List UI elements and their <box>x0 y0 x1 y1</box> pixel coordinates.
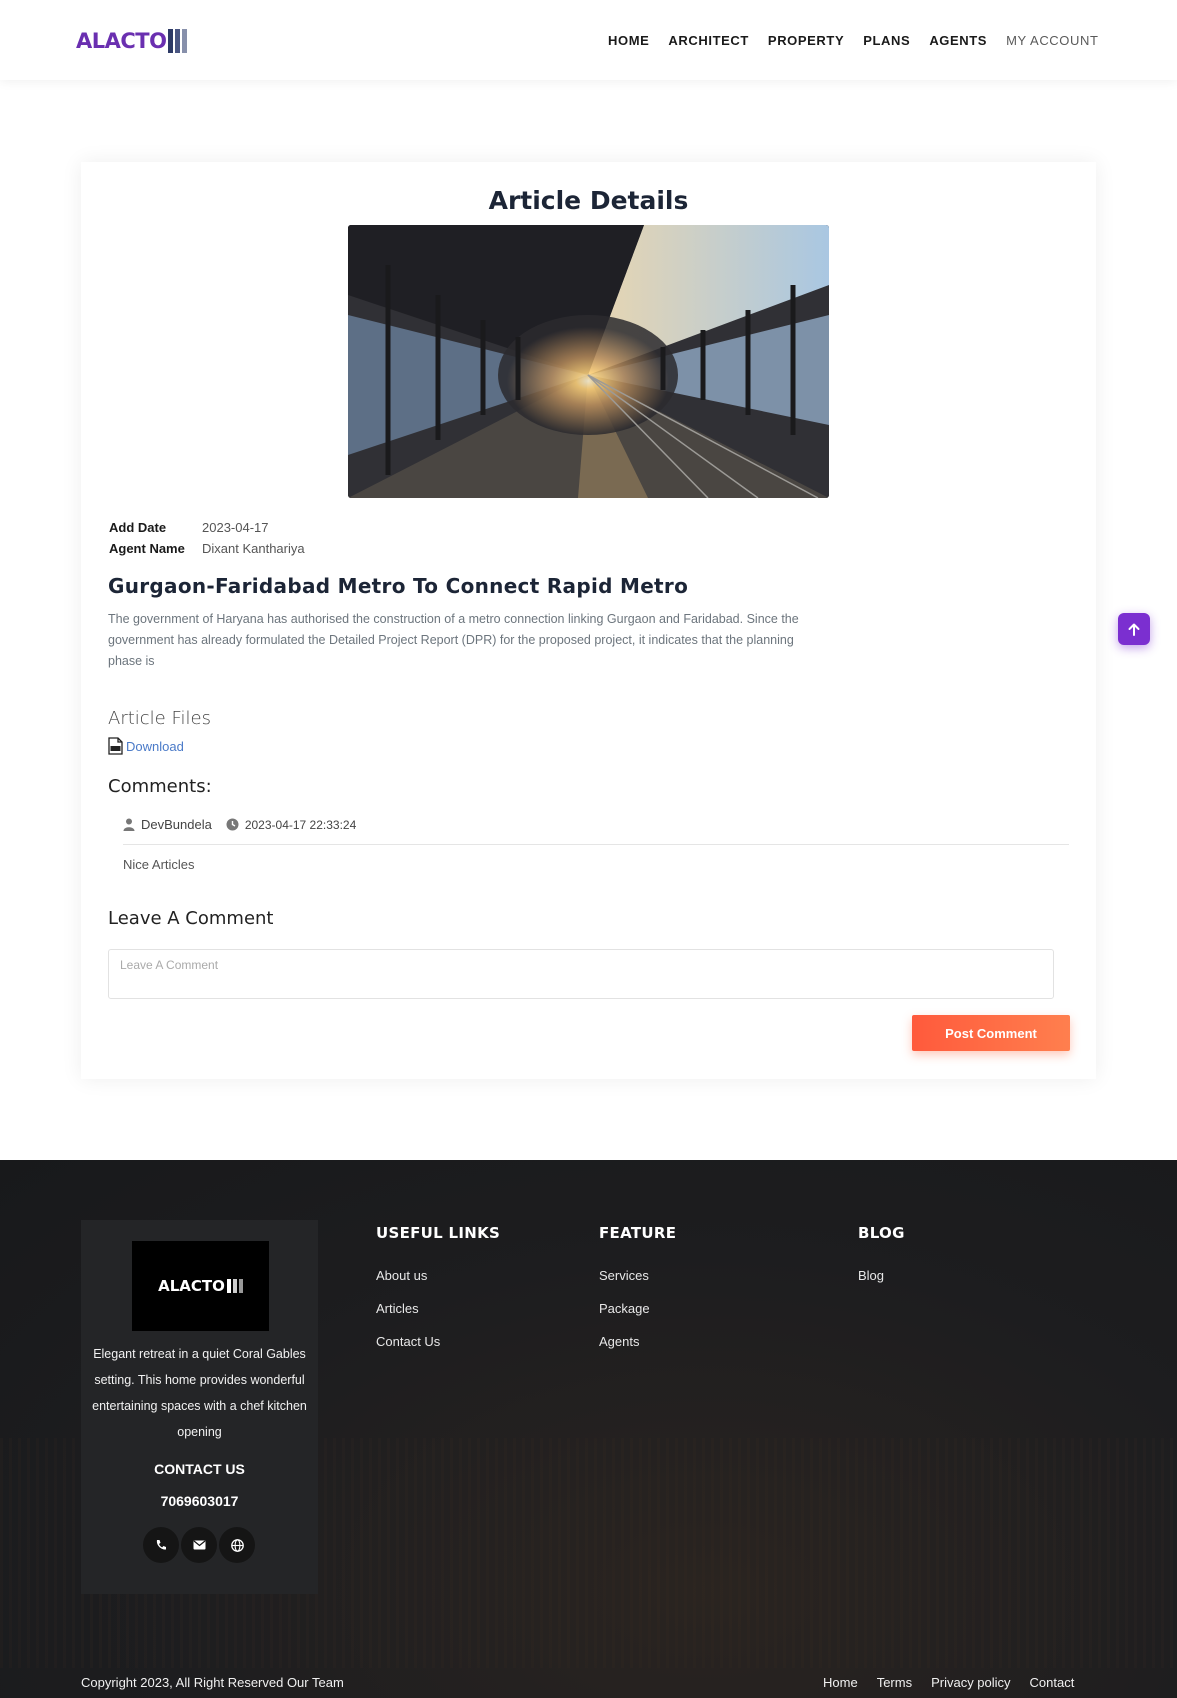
footer-link-services[interactable]: Services <box>599 1268 676 1283</box>
add-date-label: Add Date <box>109 520 167 535</box>
comment-text: Nice Articles <box>123 857 195 872</box>
phone-icon <box>156 1540 166 1550</box>
nav-property[interactable]: PROPERTY <box>768 33 844 48</box>
agent-name-label: Agent Name <box>109 541 185 556</box>
article-image <box>348 225 829 498</box>
comment-datetime: 2023-04-17 22:33:24 <box>244 817 357 832</box>
footer-about-text: Elegant retreat in a quiet Coral Gables … <box>92 1347 307 1439</box>
add-date-row: Add Date 2023-04-17 <box>109 520 269 535</box>
site-footer: ALACTO Elegant retreat in a quiet Coral … <box>0 1160 1177 1698</box>
metro-platform-image <box>348 225 829 498</box>
comments-heading: Comments: <box>108 776 212 797</box>
article-files-heading: Article Files <box>108 708 211 729</box>
copyright-text: Copyright 2023, All Right Reserved Our T… <box>81 1675 344 1690</box>
site-logo[interactable]: ALACTO <box>76 29 189 53</box>
comment-user: DevBundela <box>141 817 212 832</box>
bottom-link-contact[interactable]: Contact <box>1030 1675 1075 1690</box>
comment-divider <box>123 844 1069 845</box>
leave-comment-heading: Leave A Comment <box>108 908 274 929</box>
nav-architect[interactable]: ARCHITECT <box>668 33 749 48</box>
logo-bars-icon <box>226 1279 243 1293</box>
download-link[interactable]: Download <box>108 737 184 755</box>
feature-column: FEATURE Services Package Agents <box>599 1224 676 1367</box>
nav-agents[interactable]: AGENTS <box>929 33 987 48</box>
nav-plans[interactable]: PLANS <box>863 33 910 48</box>
website-icon-button[interactable] <box>219 1527 255 1563</box>
contact-phone: 7069603017 <box>160 1493 239 1509</box>
blog-column: BLOG Blog <box>858 1224 905 1301</box>
user-icon <box>123 818 135 831</box>
footer-bottom-links: Home Terms Privacy policy Contact <box>823 1675 1074 1690</box>
scroll-to-top-button[interactable] <box>1118 613 1150 645</box>
article-body: The government of Haryana has authorised… <box>108 612 799 668</box>
post-comment-button[interactable]: Post Comment <box>912 1015 1070 1051</box>
bottom-link-privacy[interactable]: Privacy policy <box>931 1675 1010 1690</box>
phone-icon-button[interactable] <box>143 1527 179 1563</box>
comment-meta: DevBundela 2023-04-17 22:33:24 <box>123 817 356 832</box>
useful-links-heading: USEFUL LINKS <box>376 1224 501 1242</box>
email-icon-button[interactable] <box>181 1527 217 1563</box>
logo-text: ALACTO <box>76 29 167 53</box>
logo-bars-icon <box>168 29 189 53</box>
agent-name-value: Dixant Kanthariya <box>202 541 305 556</box>
add-date-value: 2023-04-17 <box>202 520 269 535</box>
page-title: Article Details <box>488 186 689 215</box>
comment-input[interactable] <box>108 949 1054 999</box>
article-card: Article Details Add Date 2023-04-17 Agen… <box>81 162 1096 1079</box>
download-label[interactable]: Download <box>126 739 184 754</box>
useful-links-column: USEFUL LINKS About us Articles Contact U… <box>376 1224 500 1367</box>
article-title: Gurgaon-Faridabad Metro To Connect Rapid… <box>108 574 689 598</box>
arrow-up-icon <box>1128 623 1140 636</box>
blog-heading: BLOG <box>858 1224 905 1242</box>
agent-name-row: Agent Name Dixant Kanthariya <box>109 541 305 556</box>
footer-link-package[interactable]: Package <box>599 1301 676 1316</box>
footer-link-blog[interactable]: Blog <box>858 1268 905 1283</box>
footer-link-articles[interactable]: Articles <box>376 1301 500 1316</box>
footer-link-about[interactable]: About us <box>376 1268 500 1283</box>
footer-link-contact[interactable]: Contact Us <box>376 1334 500 1349</box>
pdf-file-icon <box>108 737 123 755</box>
footer-logo[interactable]: ALACTO <box>132 1241 269 1331</box>
feature-heading: FEATURE <box>599 1224 677 1242</box>
globe-icon <box>230 1538 244 1552</box>
site-header: ALACTO HOME ARCHITECT PROPERTY PLANS AGE… <box>0 0 1177 80</box>
nav-home[interactable]: HOME <box>608 33 649 48</box>
bottom-link-home[interactable]: Home <box>823 1675 858 1690</box>
social-icons <box>143 1527 257 1563</box>
footer-about: ALACTO Elegant retreat in a quiet Coral … <box>81 1220 318 1594</box>
main-nav: HOME ARCHITECT PROPERTY PLANS AGENTS MY … <box>608 33 1118 48</box>
footer-logo-text: ALACTO <box>158 1277 225 1295</box>
clock-icon <box>226 818 239 831</box>
nav-my-account[interactable]: MY ACCOUNT <box>1006 33 1098 48</box>
contact-heading: CONTACT US <box>154 1461 245 1477</box>
bottom-link-terms[interactable]: Terms <box>877 1675 912 1690</box>
footer-link-agents[interactable]: Agents <box>599 1334 676 1349</box>
envelope-icon <box>193 1540 205 1550</box>
